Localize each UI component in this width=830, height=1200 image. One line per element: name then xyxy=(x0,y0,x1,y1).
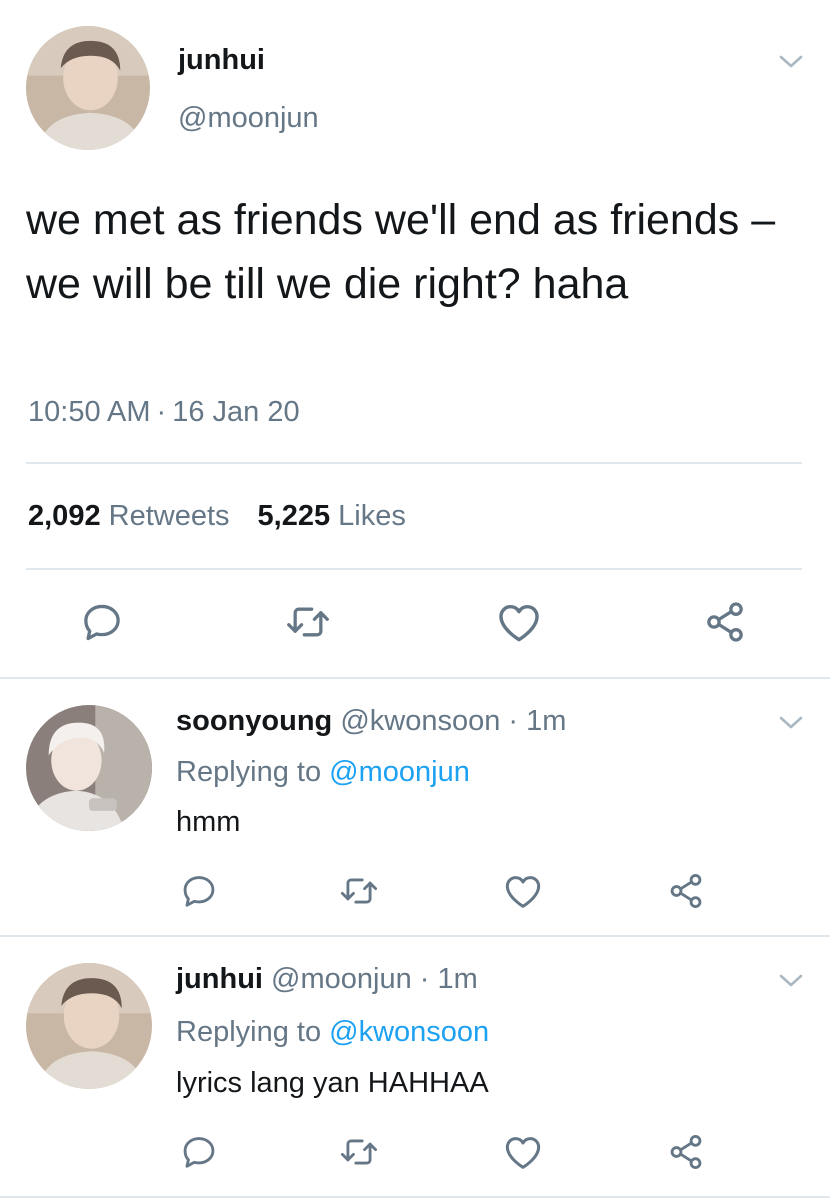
tweet-text: hmm xyxy=(176,806,241,838)
meta-separator: · xyxy=(508,705,519,737)
heart-icon[interactable] xyxy=(503,1133,543,1171)
likes-label: Likes xyxy=(338,500,406,532)
reply-icon[interactable] xyxy=(80,600,124,644)
chevron-down-icon[interactable] xyxy=(778,973,804,989)
author-name[interactable]: junhui xyxy=(176,963,263,995)
reply-icon[interactable] xyxy=(180,1133,218,1171)
replying-to: Replying to @moonjun xyxy=(176,756,470,789)
author-handle[interactable]: @moonjun xyxy=(271,963,412,995)
tweet-date: 16 Jan 20 xyxy=(172,396,300,428)
reply-header: soonyoung @kwonsoon · 1m xyxy=(176,705,566,738)
replying-label: Replying to xyxy=(176,1016,322,1048)
tweet-timestamp[interactable]: 10:50 AM · 16 Jan 20 xyxy=(28,396,300,429)
retweet-icon[interactable] xyxy=(338,1133,380,1171)
replying-to-link[interactable]: @moonjun xyxy=(329,756,470,788)
retweets-label: Retweets xyxy=(108,500,230,532)
tweet-text: we met as friends we'll end as friends –… xyxy=(26,196,776,308)
retweet-icon[interactable] xyxy=(284,600,332,644)
replying-to-link[interactable]: @kwonsoon xyxy=(329,1016,489,1048)
reply-time[interactable]: 1m xyxy=(526,705,566,737)
divider xyxy=(26,568,802,570)
tweet-text: lyrics lang yan HAHHAA xyxy=(176,1067,489,1099)
reply-tweet[interactable]: junhui @moonjun · 1m Replying to @kwonso… xyxy=(0,937,830,1195)
meta-separator: · xyxy=(156,396,167,428)
replying-to: Replying to @kwonsoon xyxy=(176,1016,489,1049)
avatar[interactable] xyxy=(26,963,152,1089)
chevron-down-icon[interactable] xyxy=(778,715,804,731)
likes-count: 5,225 xyxy=(257,500,331,532)
heart-icon[interactable] xyxy=(496,600,542,644)
share-icon[interactable] xyxy=(666,872,706,910)
retweet-icon[interactable] xyxy=(338,872,380,910)
divider xyxy=(0,1196,830,1198)
retweets-count: 2,092 xyxy=(28,500,101,532)
avatar[interactable] xyxy=(26,26,150,150)
reply-header: junhui @moonjun · 1m xyxy=(176,963,478,996)
author-name[interactable]: soonyoung xyxy=(176,705,332,737)
meta-separator: · xyxy=(419,963,430,995)
reply-time[interactable]: 1m xyxy=(438,963,478,995)
author-name[interactable]: junhui xyxy=(178,44,265,77)
replying-label: Replying to xyxy=(176,756,322,788)
avatar[interactable] xyxy=(26,705,152,831)
author-handle[interactable]: @moonjun xyxy=(178,102,319,135)
heart-icon[interactable] xyxy=(503,872,543,910)
share-icon[interactable] xyxy=(702,600,748,644)
tweet-time: 10:50 AM xyxy=(28,396,151,428)
retweets-stat[interactable]: 2,092 Retweets xyxy=(28,500,230,532)
reply-tweet[interactable]: soonyoung @kwonsoon · 1m Replying to @mo… xyxy=(0,679,830,935)
main-tweet: junhui @moonjun we met as friends we'll … xyxy=(0,0,830,672)
reply-icon[interactable] xyxy=(180,872,218,910)
likes-stat[interactable]: 5,225 Likes xyxy=(258,500,406,532)
author-handle[interactable]: @kwonsoon xyxy=(340,705,500,737)
divider xyxy=(26,462,802,464)
tweet-stats: 2,092 Retweets 5,225 Likes xyxy=(28,500,406,533)
share-icon[interactable] xyxy=(666,1133,706,1171)
chevron-down-icon[interactable] xyxy=(778,54,804,70)
